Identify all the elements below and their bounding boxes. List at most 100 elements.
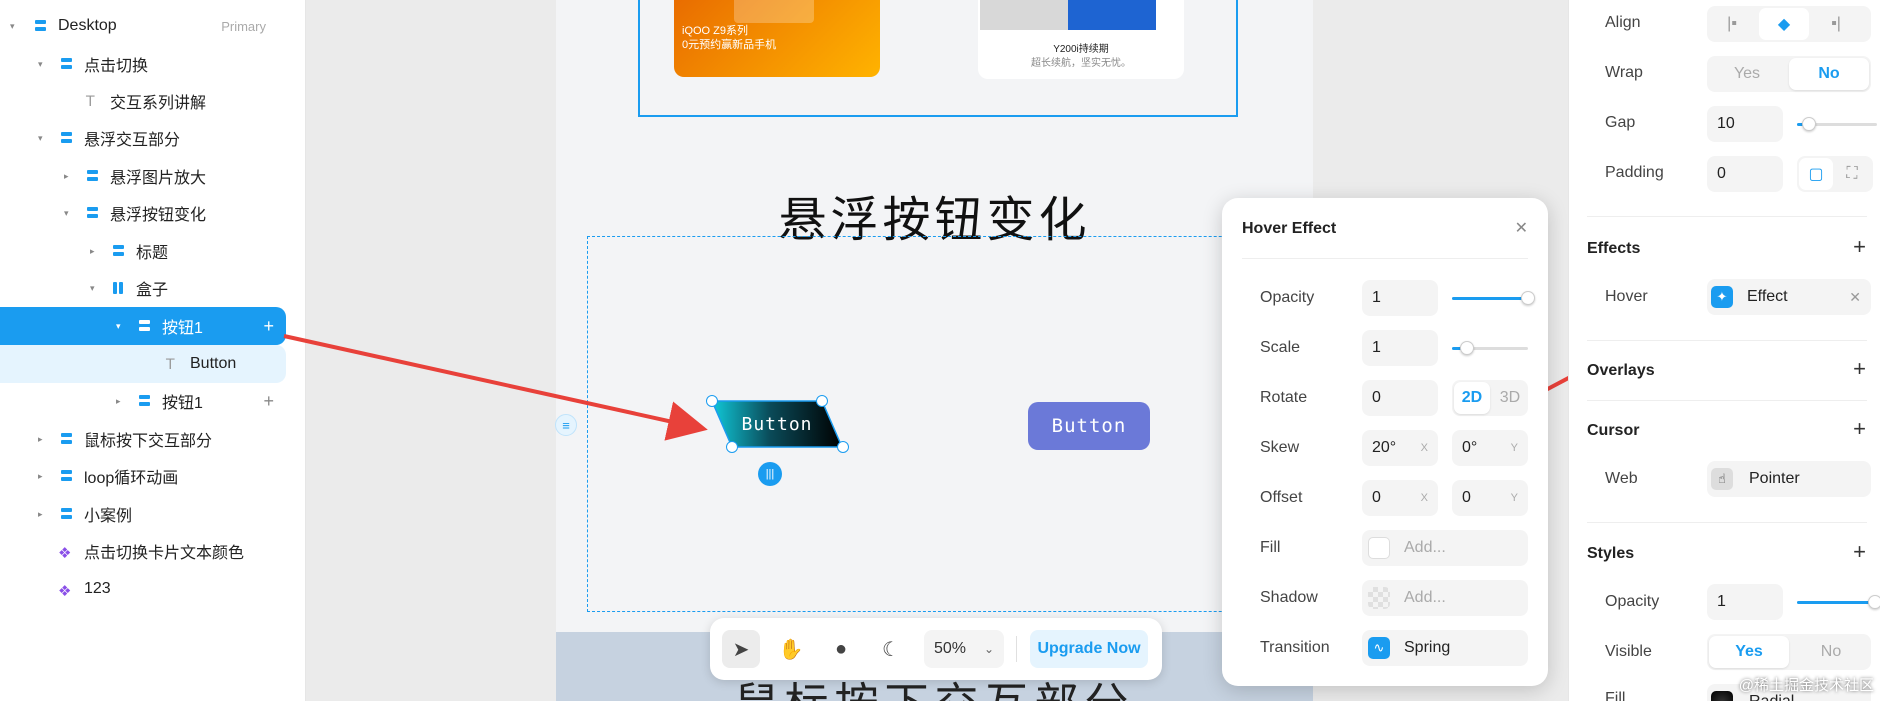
opacity-slider[interactable]: [1452, 291, 1535, 305]
fill-label: Fill: [1260, 539, 1281, 556]
offset-y-input[interactable]: 0Y: [1452, 480, 1528, 516]
pointer-tool-icon[interactable]: ➤: [722, 630, 760, 668]
gap-slider[interactable]: [1797, 117, 1877, 131]
padding-uniform-icon[interactable]: ▢: [1799, 158, 1833, 190]
align-left-icon[interactable]: |▪: [1707, 15, 1757, 33]
mode-2d-option[interactable]: 2D: [1454, 382, 1490, 414]
slider-fill: [1797, 601, 1875, 604]
arrow-layer-to-button: [283, 334, 708, 441]
gap-label: Gap: [1605, 114, 1636, 131]
rotate-value: 0: [1372, 389, 1381, 406]
slider-fill: [1452, 297, 1528, 300]
hover-label: Hover: [1605, 288, 1648, 305]
visible-yes-option[interactable]: Yes: [1709, 636, 1789, 668]
padding-individual-icon[interactable]: ⛶: [1835, 165, 1869, 183]
hover-effect-popover: Hover Effect ✕ Opacity 1 Scale 1 Rotate …: [1222, 198, 1548, 686]
padding-label: Padding: [1605, 164, 1664, 181]
scale-slider[interactable]: [1452, 341, 1528, 355]
mode-3d-option[interactable]: 3D: [1492, 380, 1528, 416]
spring-curve-icon: ∿: [1368, 637, 1390, 659]
scale-label: Scale: [1260, 339, 1301, 356]
add-cursor-icon[interactable]: +: [1853, 416, 1866, 442]
dark-mode-icon[interactable]: ☾: [872, 630, 910, 668]
shadow-placeholder: Add...: [1404, 589, 1446, 606]
wrap-label: Wrap: [1605, 64, 1643, 81]
divider: [1587, 522, 1867, 523]
align-segmented[interactable]: |▪ ◆ ▪|: [1707, 6, 1871, 42]
overlays-section-title: Overlays: [1587, 362, 1655, 379]
offset-label: Offset: [1260, 489, 1303, 506]
style-opacity-value: 1: [1717, 593, 1726, 610]
styles-section-title: Styles: [1587, 545, 1635, 562]
scale-value: 1: [1372, 339, 1381, 356]
transition-label: Transition: [1260, 639, 1330, 656]
padding-mode-toggle[interactable]: ▢ ⛶: [1797, 156, 1873, 192]
style-opacity-label: Opacity: [1605, 593, 1660, 610]
axis-label: X: [1420, 442, 1428, 454]
comment-tool-icon[interactable]: ●: [822, 630, 860, 668]
wrap-no-option[interactable]: No: [1789, 58, 1869, 90]
skew-label: Skew: [1260, 439, 1300, 456]
zoom-select[interactable]: 50% ⌄: [924, 630, 1004, 668]
padding-value: 0: [1717, 165, 1726, 182]
hand-tool-icon[interactable]: ✋: [772, 630, 810, 668]
add-effect-icon[interactable]: +: [1853, 234, 1866, 260]
cursor-section-title: Cursor: [1587, 422, 1640, 439]
align-right-icon[interactable]: ▪|: [1811, 15, 1861, 33]
close-icon[interactable]: ✕: [1515, 218, 1528, 238]
axis-label: X: [1420, 492, 1428, 504]
scale-input[interactable]: 1: [1362, 330, 1438, 366]
visible-label: Visible: [1605, 643, 1652, 660]
cursor-select[interactable]: ☝ Pointer: [1707, 461, 1871, 497]
offset-x-input[interactable]: 0X: [1362, 480, 1438, 516]
wrap-yes-option[interactable]: Yes: [1707, 56, 1787, 92]
wrap-toggle[interactable]: Yes No: [1707, 56, 1871, 92]
effect-name: Effect: [1747, 288, 1788, 305]
popover-title: Hover Effect: [1242, 220, 1337, 237]
style-opacity-slider[interactable]: [1797, 595, 1880, 609]
axis-label: Y: [1510, 492, 1518, 504]
fill-add-field[interactable]: Add...: [1362, 530, 1528, 566]
zoom-value: 50%: [934, 640, 967, 657]
padding-input[interactable]: 0: [1707, 156, 1783, 192]
skew-y-input[interactable]: 0° Y: [1452, 430, 1528, 466]
checker-swatch: [1368, 587, 1390, 609]
align-center-icon[interactable]: ◆: [1759, 8, 1809, 40]
divider: [1242, 258, 1528, 259]
divider: [1587, 216, 1867, 217]
divider: [1587, 340, 1867, 341]
bottom-toolbar: ➤ ✋ ● ☾ 50% ⌄ Upgrade Now: [710, 618, 1162, 680]
opacity-value: 1: [1372, 289, 1381, 306]
gap-input[interactable]: 10: [1707, 106, 1783, 142]
web-label: Web: [1605, 470, 1638, 487]
add-style-icon[interactable]: +: [1853, 539, 1866, 565]
shadow-label: Shadow: [1260, 589, 1318, 606]
add-overlay-icon[interactable]: +: [1853, 356, 1866, 382]
visible-no-option[interactable]: No: [1791, 634, 1871, 670]
slider-knob[interactable]: [1868, 595, 1880, 609]
opacity-input[interactable]: 1: [1362, 280, 1438, 316]
style-opacity-input[interactable]: 1: [1707, 584, 1783, 620]
radial-swatch: [1711, 691, 1733, 701]
align-label: Align: [1605, 14, 1641, 31]
rotate-input[interactable]: 0: [1362, 380, 1438, 416]
skew-x-input[interactable]: 20° X: [1362, 430, 1438, 466]
cursor-value: Pointer: [1749, 470, 1800, 487]
hover-effect-row[interactable]: ✦ Effect ✕: [1707, 279, 1871, 315]
shadow-add-field[interactable]: Add...: [1362, 580, 1528, 616]
pointer-cursor-icon: ☝: [1711, 468, 1733, 490]
effects-section-title: Effects: [1587, 240, 1641, 257]
divider: [1587, 400, 1867, 401]
chevron-down-icon: ⌄: [983, 642, 994, 656]
offset-y-value: 0: [1462, 489, 1471, 506]
transition-select[interactable]: ∿ Spring: [1362, 630, 1528, 666]
axis-label: Y: [1510, 442, 1518, 454]
visible-toggle[interactable]: Yes No: [1707, 634, 1871, 670]
slider-knob[interactable]: [1460, 341, 1475, 355]
rotate-mode-toggle[interactable]: 2D 3D: [1452, 380, 1528, 416]
slider-knob[interactable]: [1521, 291, 1535, 305]
slider-knob[interactable]: [1802, 117, 1816, 131]
remove-icon[interactable]: ✕: [1849, 289, 1861, 306]
style-fill-label: Fill: [1605, 690, 1626, 701]
upgrade-button[interactable]: Upgrade Now: [1030, 630, 1148, 668]
